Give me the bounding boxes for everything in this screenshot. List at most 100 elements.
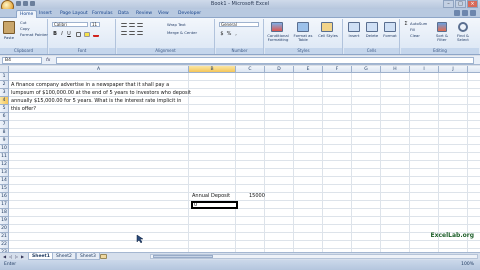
select-all-corner[interactable]: [0, 66, 9, 73]
maximize-button[interactable]: □: [455, 0, 466, 8]
font-name-select[interactable]: Calibri: [52, 22, 88, 27]
percent-icon[interactable]: %: [226, 31, 232, 37]
format-as-table-button[interactable]: Format as Table: [292, 34, 314, 42]
formula-input[interactable]: [56, 57, 474, 64]
minimize-ribbon-icon[interactable]: [462, 10, 468, 16]
sort-filter-icon[interactable]: [437, 22, 447, 32]
row-header-10[interactable]: 10: [0, 145, 9, 153]
name-box[interactable]: B4: [2, 57, 42, 64]
align-left-icon[interactable]: [121, 31, 127, 35]
paste-button[interactable]: Paste: [1, 36, 17, 40]
align-top-icon[interactable]: [121, 23, 127, 27]
insert-cells-icon[interactable]: [348, 22, 360, 32]
align-bottom-icon[interactable]: [137, 23, 143, 27]
row-header-17[interactable]: 17: [0, 201, 9, 209]
sheet-tab-sheet2[interactable]: Sheet2: [52, 253, 76, 260]
format-cells-button[interactable]: Format: [381, 34, 399, 38]
insert-cells-button[interactable]: Insert: [345, 34, 363, 38]
tab-formulas[interactable]: Formulas: [89, 10, 116, 18]
close-workbook-icon[interactable]: [470, 10, 476, 16]
tab-review[interactable]: Review: [133, 10, 155, 18]
row-header-15[interactable]: 15: [0, 185, 9, 193]
sheet-tab-sheet3[interactable]: Sheet3: [76, 253, 100, 260]
align-right-icon[interactable]: [137, 31, 143, 35]
column-header-f[interactable]: F: [323, 66, 352, 73]
cell-styles-icon[interactable]: [321, 22, 333, 32]
cell-styles-button[interactable]: Cell Styles: [317, 34, 339, 38]
row-header-16[interactable]: 16: [0, 193, 9, 201]
row-header-3[interactable]: 3: [0, 89, 9, 97]
column-header-j[interactable]: J: [439, 66, 468, 73]
align-center-icon[interactable]: [129, 31, 135, 35]
sort-filter-button[interactable]: Sort & Filter: [432, 34, 452, 42]
help-icon[interactable]: [454, 10, 460, 16]
conditional-formatting-icon[interactable]: [271, 22, 283, 32]
tab-home[interactable]: Home: [16, 10, 38, 18]
column-header-h[interactable]: H: [381, 66, 410, 73]
column-header-a[interactable]: A: [9, 66, 189, 73]
row-header-20[interactable]: 20: [0, 225, 9, 233]
format-cells-icon[interactable]: [384, 22, 396, 32]
horizontal-scrollbar[interactable]: [150, 254, 478, 259]
row-header-19[interactable]: 19: [0, 217, 9, 225]
tab-data[interactable]: Data: [115, 10, 132, 18]
row-header-6[interactable]: 6: [0, 113, 9, 121]
row-header-9[interactable]: 9: [0, 137, 9, 145]
tab-insert[interactable]: Insert: [36, 10, 55, 18]
sheet-tab-sheet1[interactable]: Sheet1: [28, 253, 54, 260]
cut-button[interactable]: Cut: [20, 21, 27, 25]
fill-button[interactable]: Fill: [410, 28, 415, 32]
zoom-level[interactable]: 100%: [461, 262, 474, 267]
autosum-icon[interactable]: Σ: [403, 21, 409, 27]
active-cell-b4[interactable]: 0: [191, 201, 238, 209]
format-as-table-icon[interactable]: [297, 22, 309, 32]
column-header-k[interactable]: K: [468, 66, 480, 73]
row-header-5[interactable]: 5: [0, 105, 9, 113]
first-sheet-icon[interactable]: ◀: [2, 254, 7, 259]
font-size-select[interactable]: 11: [90, 22, 100, 27]
paste-icon[interactable]: [3, 21, 15, 34]
format-painter-button[interactable]: Format Painter: [20, 33, 48, 37]
delete-cells-icon[interactable]: [366, 22, 378, 32]
tab-developer[interactable]: Developer: [175, 10, 204, 18]
row-header-12[interactable]: 12: [0, 161, 9, 169]
copy-button[interactable]: Copy: [20, 27, 30, 31]
row-header-14[interactable]: 14: [0, 177, 9, 185]
row-header-18[interactable]: 18: [0, 209, 9, 217]
last-sheet-icon[interactable]: ▶: [20, 254, 25, 259]
worksheet-grid[interactable]: ABCDEFGHIJKLM 12345678910111213141516171…: [0, 66, 480, 252]
comma-icon[interactable]: ,: [233, 31, 239, 37]
italic-icon[interactable]: I: [59, 31, 65, 37]
row-header-2[interactable]: 2: [0, 81, 9, 89]
next-sheet-icon[interactable]: ▷: [14, 254, 19, 259]
row-header-8[interactable]: 8: [0, 129, 9, 137]
minimize-button[interactable]: –: [443, 0, 454, 8]
borders-icon[interactable]: [76, 32, 81, 37]
row-header-13[interactable]: 13: [0, 169, 9, 177]
row-header-21[interactable]: 21: [0, 233, 9, 241]
align-middle-icon[interactable]: [129, 23, 135, 27]
find-select-icon[interactable]: [458, 22, 468, 32]
row-header-11[interactable]: 11: [0, 153, 9, 161]
bold-icon[interactable]: B: [52, 31, 58, 37]
close-button[interactable]: ×: [467, 0, 478, 8]
column-header-b[interactable]: B: [189, 66, 236, 73]
cell-c3[interactable]: 15000: [249, 193, 265, 200]
column-header-d[interactable]: D: [265, 66, 294, 73]
row-header-4[interactable]: 4: [0, 97, 9, 105]
number-format-select[interactable]: General: [219, 22, 259, 27]
column-header-g[interactable]: G: [352, 66, 381, 73]
delete-cells-button[interactable]: Delete: [363, 34, 381, 38]
problem-text-cell-a1[interactable]: A finance company advertise in a newspap…: [11, 81, 191, 113]
row-header-22[interactable]: 22: [0, 241, 9, 249]
wrap-text-button[interactable]: Wrap Text: [167, 23, 186, 27]
merge-center-button[interactable]: Merge & Center: [167, 31, 197, 35]
font-color-icon[interactable]: [93, 32, 99, 37]
tab-view[interactable]: View: [155, 10, 172, 18]
conditional-formatting-button[interactable]: Conditional Formatting: [265, 34, 291, 42]
horizontal-scrollbar-thumb[interactable]: [153, 255, 213, 258]
column-header-c[interactable]: C: [236, 66, 265, 73]
clear-button[interactable]: Clear: [410, 34, 420, 38]
cell-b3[interactable]: Annual Deposit: [192, 193, 230, 200]
currency-icon[interactable]: $: [219, 31, 225, 37]
